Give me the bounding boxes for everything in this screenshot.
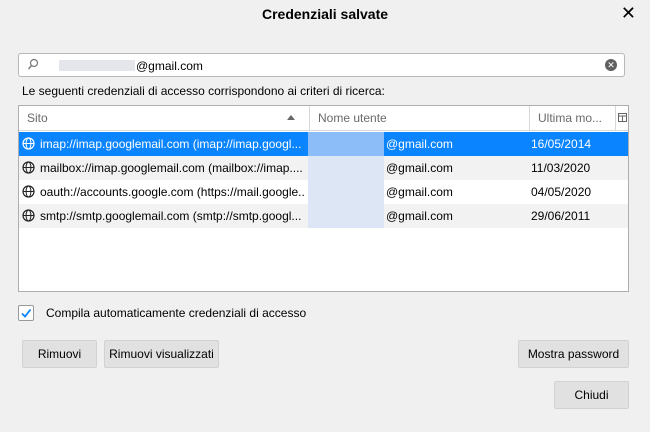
results-info-text: Le seguenti credenziali di accesso corri… [22,84,385,98]
row-username: @gmail.com [386,209,453,223]
search-value[interactable]: @gmail.com [136,59,203,73]
search-input[interactable]: @gmail.com ✕ [18,53,625,77]
redacted-text [308,132,384,156]
row-site: imap://imap.googlemail.com (imap://imap.… [40,137,302,151]
close-button[interactable]: Chiudi [554,381,629,409]
column-picker-icon[interactable] [615,106,628,130]
table-row[interactable]: smtp://smtp.googlemail.com (smtp://smtp.… [19,204,628,228]
row-site: oauth://accounts.google.com (https://mai… [40,185,306,199]
row-username: @gmail.com [386,185,453,199]
redacted-text [308,156,384,180]
globe-icon [22,185,35,201]
table-row[interactable]: oauth://accounts.google.com (https://mai… [19,180,628,204]
column-header-username[interactable]: Nome utente [309,106,529,130]
column-last-modified-label: Ultima mo... [538,111,603,125]
row-username: @gmail.com [386,161,453,175]
dialog-title: Credenziali salvate [261,6,389,22]
show-passwords-button-label: Mostra password [527,347,620,361]
show-passwords-button[interactable]: Mostra password [518,340,629,368]
remove-button[interactable]: Rimuovi [22,340,97,368]
autofill-label: Compila automaticamente credenziali di a… [46,306,307,320]
close-icon[interactable]: ✕ [621,3,636,23]
search-icon [27,58,39,75]
row-site: mailbox://imap.googlemail.com (mailbox:/… [40,161,303,175]
row-site: smtp://smtp.googlemail.com (smtp://smtp.… [40,209,302,223]
redacted-text [308,204,384,228]
sort-ascending-icon [287,115,295,120]
credentials-table[interactable]: Sito Nome utente Ultima mo... imap://ima… [18,105,629,292]
redacted-text [59,60,135,71]
row-date: 16/05/2014 [531,137,592,151]
globe-icon [22,161,35,177]
row-date: 11/03/2020 [531,161,591,175]
globe-icon [22,209,35,225]
title-bar: Credenziali salvate ✕ [0,0,650,28]
remove-shown-button[interactable]: Rimuovi visualizzati [104,340,219,368]
redacted-text [308,180,384,204]
column-site-label: Sito [27,111,48,125]
column-header-site[interactable]: Sito [27,106,307,130]
row-date: 29/06/2011 [531,209,591,223]
table-row[interactable]: imap://imap.googlemail.com (imap://imap.… [19,132,628,156]
table-row[interactable]: mailbox://imap.googlemail.com (mailbox:/… [19,156,628,180]
clear-icon[interactable]: ✕ [605,59,617,71]
column-header-last-modified[interactable]: Ultima mo... [529,106,615,130]
remove-button-label: Rimuovi [37,347,82,361]
remove-shown-button-label: Rimuovi visualizzati [109,347,214,361]
globe-icon [22,137,35,153]
row-username: @gmail.com [386,137,453,151]
row-date: 04/05/2020 [531,185,592,199]
close-button-label: Chiudi [574,388,609,402]
table-header: Sito Nome utente Ultima mo... [19,106,628,131]
autofill-checkbox[interactable] [18,305,34,321]
column-username-label: Nome utente [318,111,387,125]
